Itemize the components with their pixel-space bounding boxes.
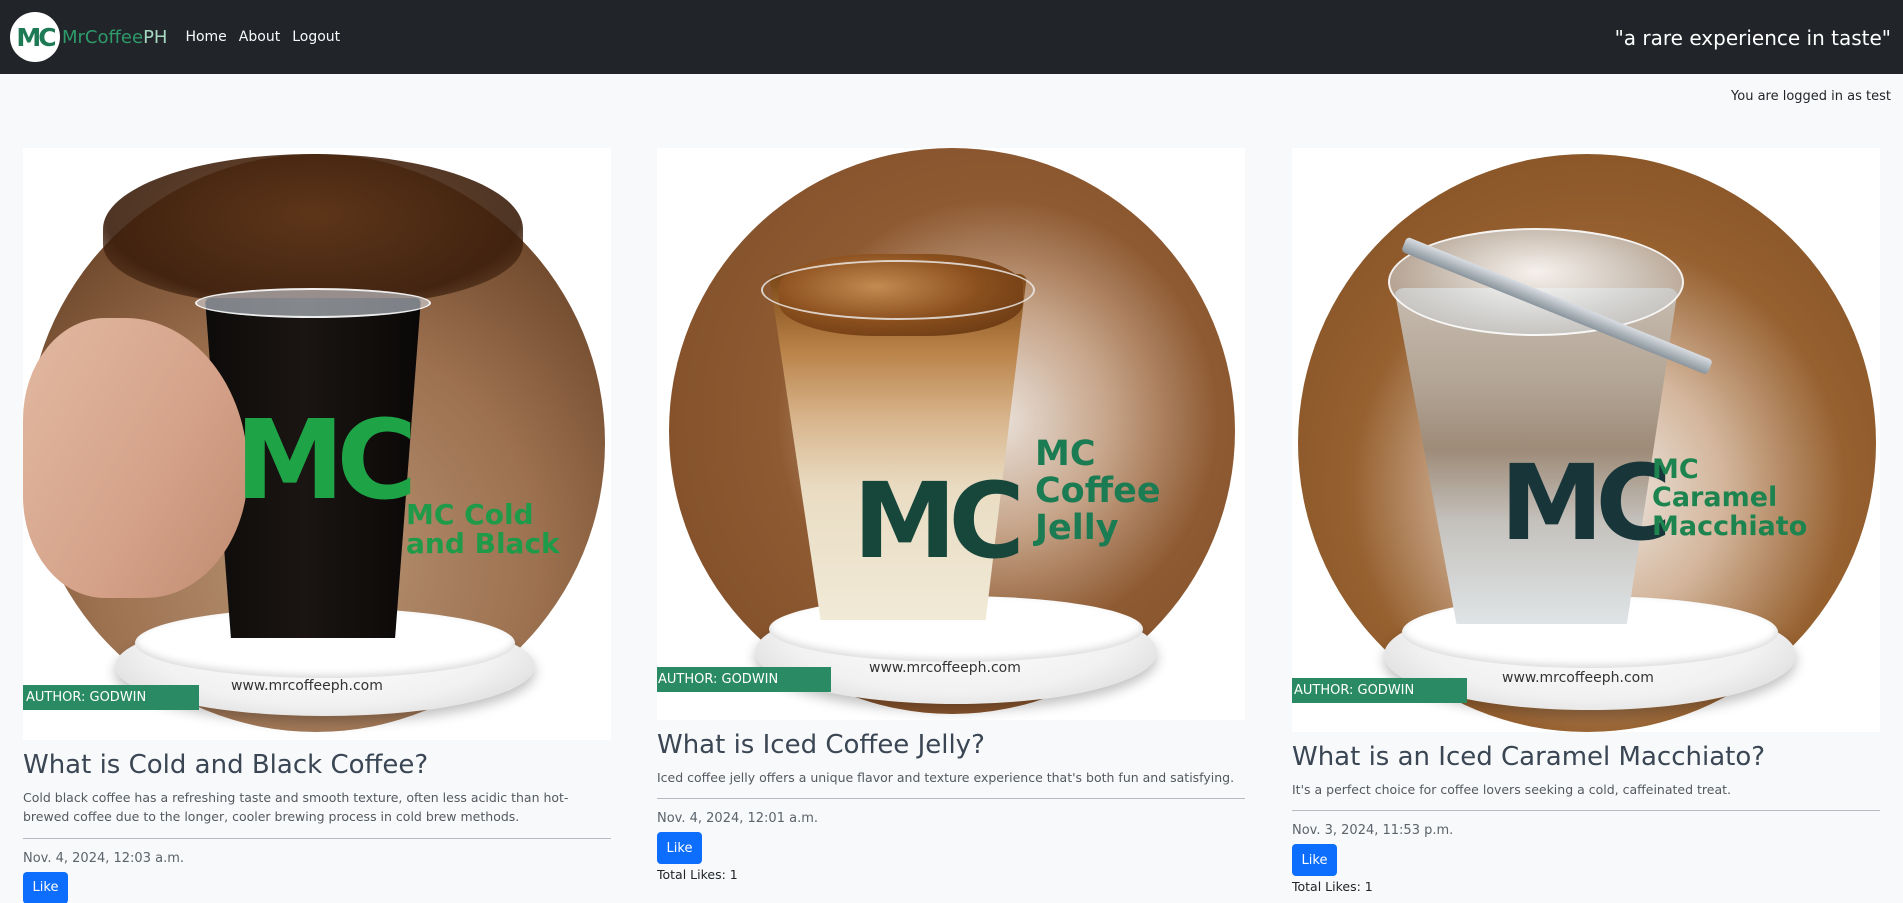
nav-logout-link[interactable]: Logout (292, 29, 340, 45)
post-date: Nov. 3, 2024, 11:53 p.m. (1292, 823, 1454, 839)
divider (23, 837, 611, 839)
brand-name[interactable]: MrCoffeePH (62, 27, 167, 48)
post-image[interactable]: MC MC Coffee Jelly www.mrcoffeeph.com AU… (657, 148, 1245, 720)
brand[interactable]: MC MrCoffeePH (10, 12, 167, 62)
post-title[interactable]: What is Iced Coffee Jelly? (657, 730, 1245, 760)
cup-lid (195, 288, 431, 318)
post-excerpt: Iced coffee jelly offers a unique flavor… (657, 770, 1235, 785)
product-label-line: MC (1035, 434, 1096, 474)
brand-name-suffix: PH (143, 26, 168, 48)
post-date: Nov. 4, 2024, 12:01 a.m. (657, 811, 819, 827)
total-likes: Total Likes: 1 (657, 867, 738, 883)
product-label-line: Coffee (1035, 470, 1161, 511)
divider (1292, 810, 1880, 812)
mc-logo-mark: MC (853, 460, 1025, 582)
post-excerpt: Cold black coffee has a refreshing taste… (23, 790, 569, 825)
nav-links: Home About Logout (185, 29, 352, 45)
product-label-line: MC (1652, 454, 1699, 485)
website-text: www.mrcoffeeph.com (1502, 670, 1654, 686)
website-text: www.mrcoffeeph.com (231, 678, 383, 694)
post-title[interactable]: What is an Iced Caramel Macchiato? (1292, 742, 1880, 772)
post-image[interactable]: MC MC Cold and Black www.mrcoffeeph.com … (23, 148, 611, 740)
tagline: "a rare experience in taste" (1614, 26, 1891, 50)
brand-name-main: MrCoffee (62, 26, 144, 48)
nav-about-link[interactable]: About (239, 29, 280, 45)
author-badge: AUTHOR: GODWIN (657, 667, 831, 692)
post-date: Nov. 4, 2024, 12:03 a.m. (23, 850, 185, 866)
navbar: MC MrCoffeePH Home About Logout "a rare … (0, 0, 1903, 74)
product-label: MC Coffee Jelly (1035, 436, 1161, 546)
cup-rim (761, 260, 1035, 320)
login-status: You are logged in as test (1731, 89, 1891, 104)
product-label-line: Macchiato (1652, 510, 1808, 542)
coffee-beans-pattern (103, 154, 523, 304)
post-image[interactable]: MC MC Caramel Macchiato www.mrcoffeeph.c… (1292, 148, 1880, 732)
mc-logo-mark: MC (235, 396, 417, 524)
product-label: MC Cold and Black (406, 500, 560, 559)
brand-logo[interactable]: MC (10, 12, 60, 62)
product-label-line: Jelly (1035, 507, 1119, 548)
website-text: www.mrcoffeeph.com (869, 660, 1021, 676)
author-badge: AUTHOR: GODWIN (1292, 678, 1467, 703)
product-label: MC Caramel Macchiato (1652, 454, 1808, 542)
dome-lid (1388, 228, 1684, 336)
divider (657, 798, 1245, 800)
post-card: MC MC Caramel Macchiato www.mrcoffeeph.c… (1292, 148, 1880, 894)
mc-logo-mark: MC (1500, 442, 1672, 564)
total-likes: Total Likes: 1 (1292, 879, 1373, 895)
product-label-line: Caramel (1652, 482, 1778, 514)
product-label-line: and Black (406, 527, 560, 561)
author-badge: AUTHOR: GODWIN (23, 685, 199, 710)
like-button[interactable]: Like (657, 832, 702, 865)
like-button[interactable]: Like (23, 871, 68, 903)
nav-home-link[interactable]: Home (185, 29, 226, 45)
post-excerpt: It's a perfect choice for coffee lovers … (1292, 782, 1732, 797)
post-title[interactable]: What is Cold and Black Coffee? (23, 750, 611, 780)
post-card: MC MC Coffee Jelly www.mrcoffeeph.com AU… (657, 148, 1245, 882)
product-label-line: MC Cold (406, 498, 534, 531)
like-button[interactable]: Like (1292, 844, 1337, 877)
post-card: MC MC Cold and Black www.mrcoffeeph.com … (23, 148, 611, 903)
